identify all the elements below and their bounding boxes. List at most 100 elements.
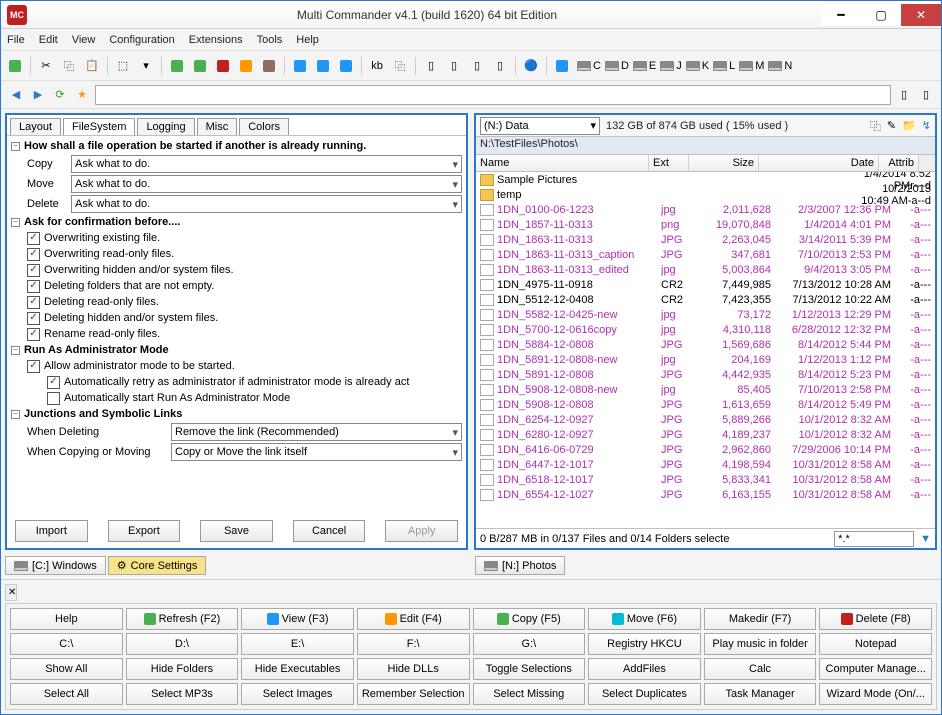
left-tab-windows[interactable]: [C:] Windows bbox=[5, 556, 106, 575]
file-row[interactable]: 1DN_5891-12-0808JPG4,442,9358/14/2012 5:… bbox=[476, 367, 935, 382]
file-row[interactable]: 1DN_6554-12-1027JPG6,163,15510/31/2012 8… bbox=[476, 487, 935, 502]
footer-button[interactable]: Help bbox=[10, 608, 123, 630]
checkbox[interactable]: ✓ bbox=[27, 232, 40, 245]
col-attr[interactable]: Attrib bbox=[879, 155, 919, 171]
file-row[interactable]: 1DN_1863-11-0313_editedjpg5,003,8649/4/2… bbox=[476, 262, 935, 277]
edit-path-icon[interactable]: ✎ bbox=[887, 119, 896, 132]
footer-button[interactable]: Calc bbox=[704, 658, 817, 680]
footer-button[interactable]: G:\ bbox=[473, 633, 586, 655]
minimize-button[interactable]: ━ bbox=[821, 4, 861, 26]
footer-button[interactable]: Registry HKCU bbox=[588, 633, 701, 655]
doc-play-icon[interactable] bbox=[190, 56, 210, 76]
menu-edit[interactable]: Edit bbox=[39, 34, 58, 46]
footer-button[interactable]: Hide DLLs bbox=[357, 658, 470, 680]
file-row[interactable]: 1DN_5884-12-0808JPG1,569,6868/14/2012 5:… bbox=[476, 337, 935, 352]
forward-icon[interactable]: ▶ bbox=[29, 86, 47, 104]
path-bar[interactable]: N:\TestFiles\Photos\ bbox=[476, 137, 935, 155]
footer-button[interactable]: Refresh (F2) bbox=[126, 608, 239, 630]
tab-layout[interactable]: Layout bbox=[10, 118, 61, 135]
footer-button[interactable]: Notepad bbox=[819, 633, 932, 655]
footer-button[interactable]: Edit (F4) bbox=[357, 608, 470, 630]
expander-icon[interactable]: − bbox=[11, 410, 20, 419]
tab-filesystem[interactable]: FileSystem bbox=[63, 118, 135, 135]
jd-combo[interactable]: Remove the link (Recommended)▾ bbox=[171, 423, 462, 441]
address-input[interactable] bbox=[95, 85, 891, 105]
trash-icon[interactable] bbox=[236, 56, 256, 76]
footer-button[interactable]: Select Duplicates bbox=[588, 683, 701, 705]
file-row[interactable]: 1DN_5908-12-0808JPG1,613,6598/14/2012 5:… bbox=[476, 397, 935, 412]
menu-tools[interactable]: Tools bbox=[257, 34, 283, 46]
footer-button[interactable]: Remember Selection bbox=[357, 683, 470, 705]
copy-path-icon[interactable]: ⿻ bbox=[870, 118, 881, 134]
favorite-icon[interactable]: ★ bbox=[73, 86, 91, 104]
refresh-icon[interactable]: ↯ bbox=[922, 119, 931, 132]
file-row[interactable]: 1DN_5908-12-0808-newjpg85,4057/10/2013 2… bbox=[476, 382, 935, 397]
filter-icon[interactable]: ▼ bbox=[920, 533, 931, 545]
bookmark-icon[interactable]: ▯ bbox=[917, 86, 935, 104]
menu-file[interactable]: File bbox=[7, 34, 25, 46]
menu-configuration[interactable]: Configuration bbox=[109, 34, 174, 46]
file-row[interactable]: 1DN_6447-12-1017JPG4,198,59410/31/2012 8… bbox=[476, 457, 935, 472]
drive-d[interactable]: D bbox=[605, 60, 629, 72]
footer-button[interactable]: E:\ bbox=[241, 633, 354, 655]
footer-button[interactable]: Show All bbox=[10, 658, 123, 680]
import-button[interactable]: Import bbox=[15, 520, 88, 542]
file-row[interactable]: 1DN_1863-11-0313_captionJPG347,6817/10/2… bbox=[476, 247, 935, 262]
file-row[interactable]: 1DN_5582-12-0425-newjpg73,1721/12/2013 1… bbox=[476, 307, 935, 322]
footer-button[interactable]: Move (F6) bbox=[588, 608, 701, 630]
copy-icon[interactable]: ⿻ bbox=[59, 56, 79, 76]
footer-button[interactable]: Toggle Selections bbox=[473, 658, 586, 680]
cut-icon[interactable]: ✂ bbox=[36, 56, 56, 76]
select-icon[interactable]: ⬚ bbox=[113, 56, 133, 76]
col-name[interactable]: Name bbox=[476, 155, 649, 171]
drive-m[interactable]: M bbox=[739, 60, 764, 72]
folder-new-icon[interactable]: 📁 bbox=[902, 119, 916, 132]
footer-button[interactable]: Select All bbox=[10, 683, 123, 705]
tab-colors[interactable]: Colors bbox=[239, 118, 289, 135]
save-button[interactable]: Save bbox=[200, 520, 273, 542]
checkbox[interactable]: ✓ bbox=[27, 360, 40, 373]
file-row[interactable]: 1DN_6254-12-0927JPG5,889,26610/1/2012 8:… bbox=[476, 412, 935, 427]
footer-button[interactable]: Makedir (F7) bbox=[704, 608, 817, 630]
delete-combo[interactable]: Ask what to do.▾ bbox=[71, 195, 462, 213]
new-icon[interactable] bbox=[5, 56, 25, 76]
tool2-icon[interactable] bbox=[313, 56, 333, 76]
back-icon[interactable]: ◀ bbox=[7, 86, 25, 104]
color-icon[interactable]: 🔵 bbox=[521, 56, 541, 76]
footer-button[interactable]: Play music in folder bbox=[704, 633, 817, 655]
paste-icon[interactable]: 📋 bbox=[82, 56, 102, 76]
footer-close-icon[interactable]: ✕ bbox=[5, 584, 17, 601]
footer-button[interactable]: View (F3) bbox=[241, 608, 354, 630]
footer-button[interactable]: Computer Manage... bbox=[819, 658, 932, 680]
menu-extensions[interactable]: Extensions bbox=[189, 34, 243, 46]
checkbox[interactable]: ✓ bbox=[27, 296, 40, 309]
checkbox[interactable] bbox=[47, 392, 60, 405]
file4-icon[interactable]: ▯ bbox=[490, 56, 510, 76]
file3-icon[interactable]: ▯ bbox=[467, 56, 487, 76]
tool3-icon[interactable] bbox=[336, 56, 356, 76]
footer-button[interactable]: AddFiles bbox=[588, 658, 701, 680]
expander-icon[interactable]: − bbox=[11, 142, 20, 151]
go-icon[interactable]: ▯ bbox=[895, 86, 913, 104]
copy2-icon[interactable]: ⿻ bbox=[390, 56, 410, 76]
checkbox[interactable]: ✓ bbox=[27, 328, 40, 341]
col-size[interactable]: Size bbox=[689, 155, 759, 171]
file-row[interactable]: temp10/2/2013 10:49 AM-a--d bbox=[476, 187, 935, 202]
drive-e[interactable]: E bbox=[633, 60, 656, 72]
footer-button[interactable]: D:\ bbox=[126, 633, 239, 655]
file-row[interactable]: 1DN_0100-06-1223jpg2,011,6282/3/2007 12:… bbox=[476, 202, 935, 217]
maximize-button[interactable]: ▢ bbox=[861, 4, 901, 26]
export-button[interactable]: Export bbox=[108, 520, 181, 542]
file-row[interactable]: 1DN_6416-06-0729JPG2,962,8607/29/2006 10… bbox=[476, 442, 935, 457]
doc-add-icon[interactable] bbox=[167, 56, 187, 76]
file-row[interactable]: 1DN_4975-11-0918CR27,449,9857/13/2012 10… bbox=[476, 277, 935, 292]
footer-button[interactable]: Delete (F8) bbox=[819, 608, 932, 630]
history-icon[interactable]: ⟳ bbox=[51, 86, 69, 104]
footer-button[interactable]: Copy (F5) bbox=[473, 608, 586, 630]
kb-icon[interactable]: kb bbox=[367, 56, 387, 76]
file-row[interactable]: 1DN_6280-12-0927JPG4,189,23710/1/2012 8:… bbox=[476, 427, 935, 442]
expander-icon[interactable]: − bbox=[11, 346, 20, 355]
right-tab-photos[interactable]: [N:] Photos bbox=[475, 556, 565, 575]
disk-icon[interactable] bbox=[552, 56, 572, 76]
left-tab-coresettings[interactable]: ⚙Core Settings bbox=[108, 556, 207, 575]
